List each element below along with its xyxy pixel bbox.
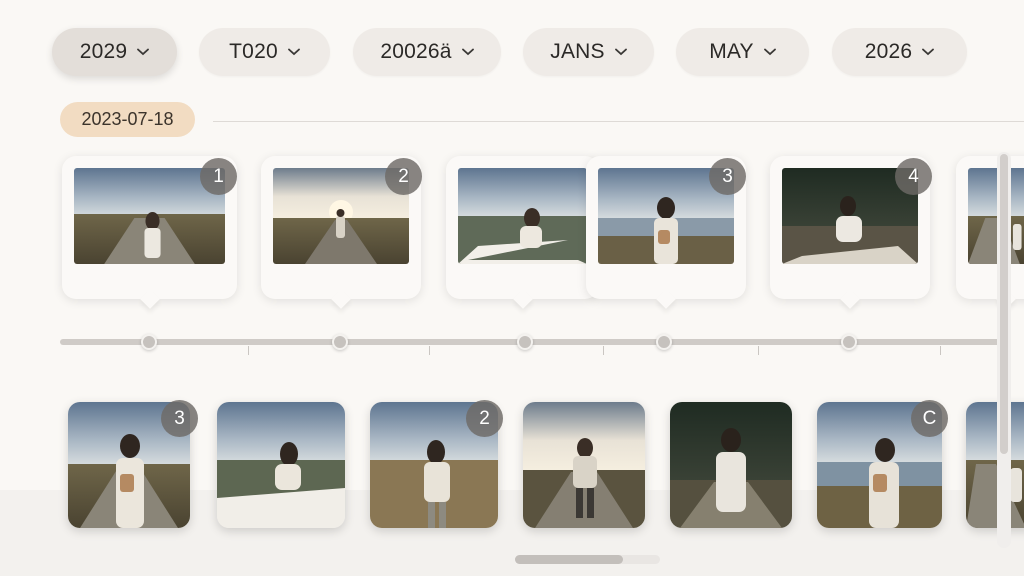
timeline-node[interactable] [841,334,857,350]
timeline-node[interactable] [141,334,157,350]
filter-chip-month-2[interactable]: MAY [676,28,809,76]
date-badge[interactable]: 2023-07-18 [60,102,195,137]
chevron-down-icon [922,48,935,56]
photo-card[interactable]: 3 [586,156,746,299]
timeline-tick [758,346,759,355]
photo-card[interactable]: 2 [261,156,422,299]
photo-count-badge: 4 [895,158,932,195]
filter-chip-2[interactable]: T020 [199,28,330,76]
timeline-tick [940,346,941,355]
photo-count-badge: 1 [200,158,237,195]
photo-card[interactable]: 4 [770,156,932,299]
filter-chip-label: 20026ä [380,40,452,63]
filter-chip-year[interactable]: 2029 [52,28,177,76]
photo-count-badge: 3 [161,400,198,437]
photo-thumbnail [968,168,1024,264]
timeline-tick [429,346,430,355]
photo-tile[interactable] [966,402,1024,528]
filter-chip-label: 2029 [79,40,128,63]
photo-count-badge: 2 [466,400,503,437]
photo-card[interactable] [956,156,1024,299]
filter-chip-label: T020 [229,40,278,63]
scrollbar-thumb[interactable] [1000,154,1008,454]
filter-chip-label: MAY [709,40,754,63]
photo-thumbnail [458,168,587,264]
photo-tile[interactable] [670,402,792,528]
divider [213,121,1024,122]
timeline-node[interactable] [656,334,672,350]
filter-chip-label: JANS [550,40,605,63]
photo-card[interactable] [446,156,599,299]
timeline-node[interactable] [517,334,533,350]
photo-tile[interactable] [523,402,645,528]
timeline-tick [603,346,604,355]
timeline-tick [248,346,249,355]
chevron-down-icon [287,48,300,56]
filter-bar: 2029 T020 20026ä JANS MAY 2026 [0,28,1024,76]
chevron-down-icon [763,48,776,56]
chevron-down-icon [137,48,150,56]
photo-count-badge: 3 [709,158,746,195]
horizontal-scrollbar[interactable] [515,555,660,564]
chevron-down-icon [614,48,627,56]
photo-card[interactable]: 1 [62,156,237,299]
filter-chip-month[interactable]: JANS [523,28,654,76]
filter-chip-3[interactable]: 20026ä [353,28,501,76]
photo-tile[interactable] [217,402,345,528]
photo-count-badge: 2 [385,158,422,195]
filter-chip-label: 2026 [864,40,913,63]
timeline-node[interactable] [332,334,348,350]
scrollbar-thumb[interactable] [515,555,623,564]
photo-count-badge: C [911,400,948,437]
chevron-down-icon [461,48,474,56]
filter-chip-year-2[interactable]: 2026 [832,28,967,76]
vertical-scrollbar[interactable] [997,152,1011,548]
